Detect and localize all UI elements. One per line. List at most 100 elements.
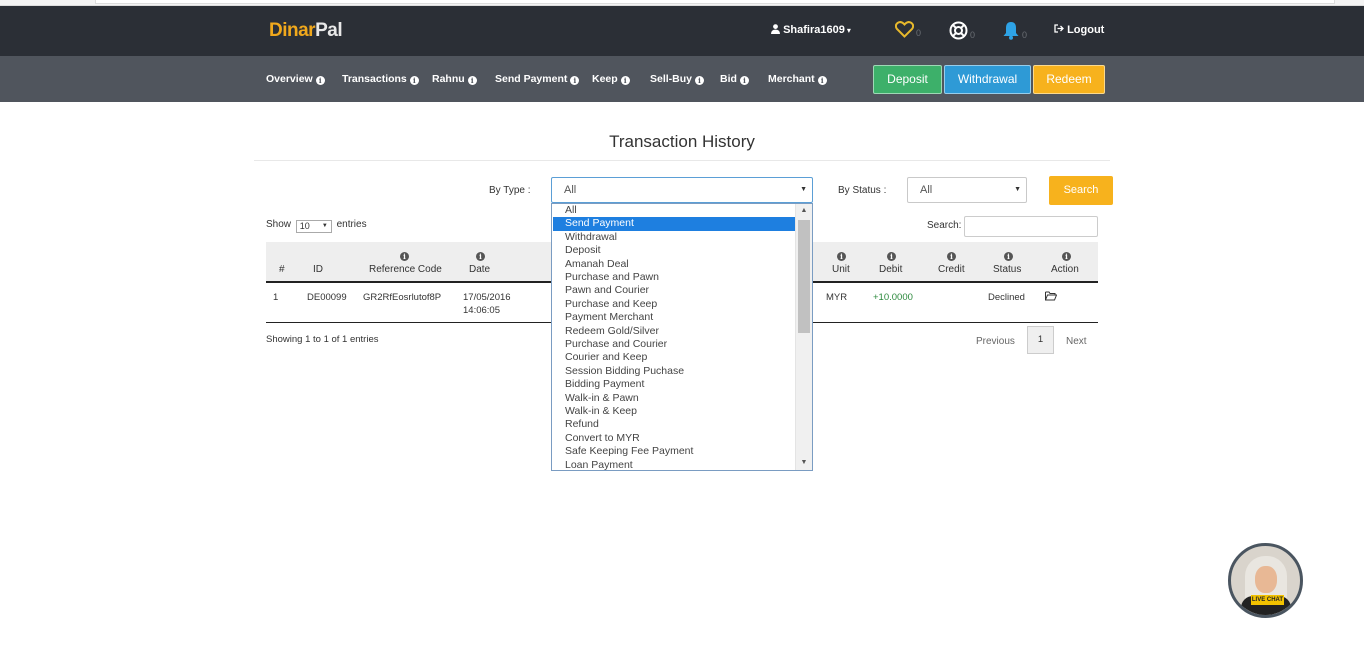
info-icon: i [887,252,896,261]
status-filter-label: By Status : [838,185,887,196]
option-refund[interactable]: Refund [553,418,796,431]
agent-avatar-face [1255,566,1277,593]
option-purchase-and-courier[interactable]: Purchase and Courier [553,338,796,351]
option-safe-keeping-fee-payment[interactable]: Safe Keeping Fee Payment [553,445,796,458]
redeem-button[interactable]: Redeem [1033,65,1105,94]
cell-reference-code: GR2RfEosrlutof8P [363,292,442,303]
type-select-value: All [564,184,577,196]
nav-send-payment[interactable]: Send Payment i [495,73,580,85]
info-icon: i [409,76,419,85]
logout-link[interactable]: Logout [1054,24,1104,36]
nav-label: Merchant [768,73,815,85]
option-redeem-gold-silver[interactable]: Redeem Gold/Silver [553,325,796,338]
cell-date: 17/05/2016 [463,292,511,303]
status-select-value: All [920,184,933,196]
option-walk-in-pawn[interactable]: Walk-in & Pawn [553,392,796,405]
nav-bid[interactable]: Bid i [720,73,749,85]
col-date[interactable]: Date [469,264,490,275]
option-all[interactable]: All [553,204,796,217]
info-icon: i [739,76,749,85]
info-icon: i [947,252,956,261]
info-icon: i [315,76,325,85]
col-reference-code[interactable]: Reference Code [369,264,442,275]
col-action[interactable]: Action [1051,264,1079,275]
info-icon: i [570,76,580,85]
table-search-input[interactable] [964,216,1098,237]
search-button[interactable]: Search [1049,176,1113,205]
option-loan-payment[interactable]: Loan Payment [553,459,796,470]
site-logo[interactable]: DinarPal [269,20,343,42]
option-withdrawal[interactable]: Withdrawal [553,231,796,244]
status-select[interactable]: All ▼ [907,177,1027,203]
live-chat-button[interactable]: LIVE CHAT [1228,543,1303,618]
scroll-down-arrow-icon[interactable]: ▼ [796,456,812,470]
info-icon: i [837,252,846,261]
lifebuoy-icon [949,21,968,40]
user-icon [771,24,780,34]
info-icon: i [1004,252,1013,261]
heart-icon [894,21,915,38]
nav-sell-buy[interactable]: Sell-Buy i [650,73,705,85]
col-id[interactable]: ID [313,264,323,275]
cell-id: DE00099 [307,292,347,303]
col-credit[interactable]: Credit [938,264,965,275]
cell-number: 1 [273,292,279,303]
option-purchase-and-keep[interactable]: Purchase and Keep [553,298,796,311]
nav-label: Overview [266,73,313,85]
nav-label: Keep [592,73,618,85]
notifications-button[interactable]: 0 [1002,21,1027,41]
nav-merchant[interactable]: Merchant i [768,73,827,85]
favorites-button[interactable]: 0 [894,21,922,41]
user-menu[interactable]: Shafira1609 ▾ [771,24,851,36]
dropdown-scrollbar[interactable]: ▲ ▼ [795,204,812,470]
nav-label: Bid [720,73,737,85]
table-search-label: Search: [927,220,962,231]
entries-label: entries [336,219,367,230]
entries-control: Show 10 ▼ entries [266,219,367,233]
option-courier-and-keep[interactable]: Courier and Keep [553,351,796,364]
option-purchase-and-pawn[interactable]: Purchase and Pawn [553,271,796,284]
support-count: 0 [970,30,976,40]
scroll-up-arrow-icon[interactable]: ▲ [796,204,812,218]
logout-icon [1054,24,1064,33]
option-bidding-payment[interactable]: Bidding Payment [553,378,796,391]
option-convert-to-myr[interactable]: Convert to MYR [553,432,796,445]
type-select[interactable]: All ▼ [551,177,813,203]
favorites-count: 0 [916,28,922,38]
option-amanah-deal[interactable]: Amanah Deal [553,258,796,271]
withdrawal-button[interactable]: Withdrawal [944,65,1031,94]
info-icon: i [400,252,409,261]
nav-label: Sell-Buy [650,73,693,85]
info-icon: i [695,76,705,85]
col-number[interactable]: # [279,264,285,275]
option-session-bidding-puchase[interactable]: Session Bidding Puchase [553,365,796,378]
folder-open-icon[interactable] [1045,291,1058,304]
option-pawn-and-courier[interactable]: Pawn and Courier [553,284,796,297]
option-walk-in-keep[interactable]: Walk-in & Keep [553,405,796,418]
nav-overview[interactable]: Overview i [266,73,325,85]
option-payment-merchant[interactable]: Payment Merchant [553,311,796,324]
entries-select[interactable]: 10 ▼ [295,220,332,233]
col-unit[interactable]: Unit [832,264,850,275]
entries-value: 10 [299,221,310,231]
nav-rahnu[interactable]: Rahnu i [432,73,477,85]
col-debit[interactable]: Debit [879,264,902,275]
previous-page-button[interactable]: Previous [976,336,1015,347]
option-deposit[interactable]: Deposit [553,244,796,257]
logout-label: Logout [1067,24,1105,36]
col-status[interactable]: Status [993,264,1021,275]
next-page-button[interactable]: Next [1066,336,1087,347]
info-icon: i [1062,252,1071,261]
page-1-button[interactable]: 1 [1027,326,1054,354]
chevron-down-icon: ▾ [846,26,851,35]
support-button[interactable]: 0 [949,21,975,41]
username: Shafira1609 [783,24,845,36]
info-icon: i [467,76,477,85]
main-nav: Overview i Transactions i Rahnu i Send Paym… [0,56,1364,102]
cell-debit: +10.0000 [873,292,913,303]
option-send-payment[interactable]: Send Payment [553,217,796,231]
nav-keep[interactable]: Keep i [592,73,630,85]
scrollbar-thumb[interactable] [798,220,810,333]
deposit-button[interactable]: Deposit [873,65,942,94]
nav-transactions[interactable]: Transactions i [342,73,419,85]
